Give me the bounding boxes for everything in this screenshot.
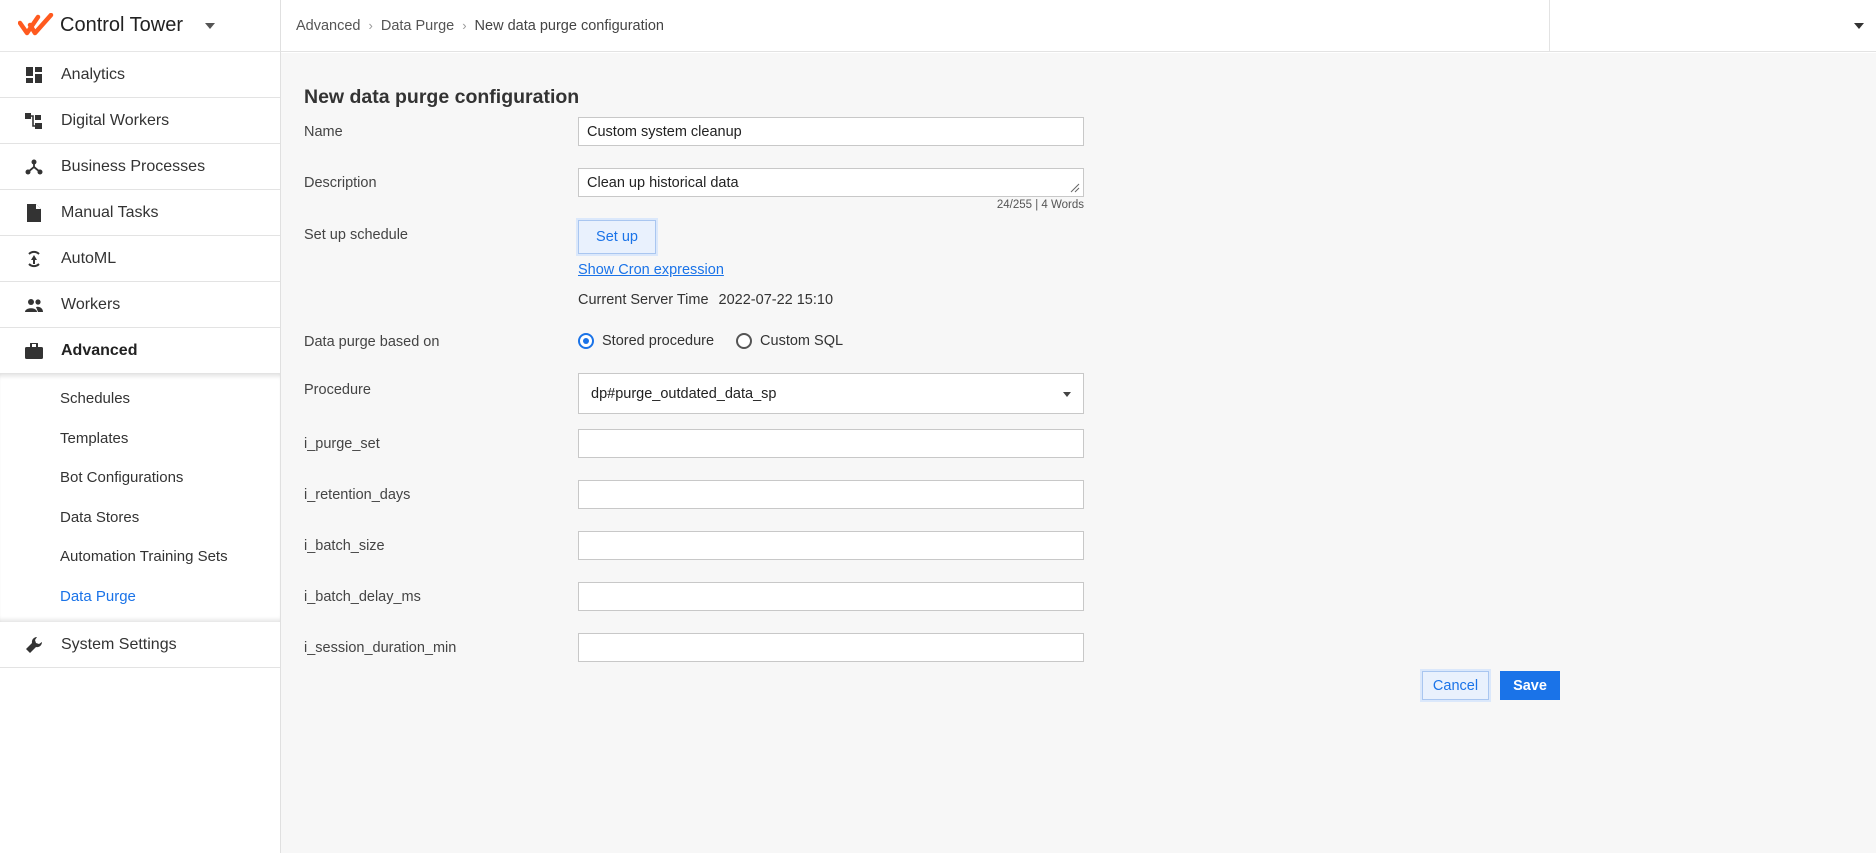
- breadcrumb-data-purge[interactable]: Data Purge: [381, 18, 454, 34]
- page-title: New data purge configuration: [304, 86, 580, 108]
- sidebar-subitem-bot-configurations[interactable]: Bot Configurations: [0, 458, 280, 498]
- save-button[interactable]: Save: [1500, 671, 1560, 700]
- sidebar: Control Tower Analytics Digital Workers …: [0, 0, 281, 853]
- process-graph-icon: [24, 157, 44, 177]
- app-title: Control Tower: [60, 14, 184, 36]
- sidebar-subitem-templates[interactable]: Templates: [0, 419, 280, 459]
- sidebar-item-label: AutoML: [61, 249, 117, 267]
- radio-stored-procedure[interactable]: Stored procedure: [578, 333, 714, 349]
- sidebar-item-label: System Settings: [61, 635, 177, 653]
- sidebar-item-analytics[interactable]: Analytics: [0, 52, 280, 98]
- setup-schedule-button[interactable]: Set up: [578, 220, 656, 254]
- sidebar-subitem-automation-training-sets[interactable]: Automation Training Sets: [0, 537, 280, 577]
- char-count: 24/255 | 4 Words: [996, 199, 1084, 211]
- sidebar-subitem-data-purge[interactable]: Data Purge: [0, 577, 280, 617]
- procedure-value: dp#purge_outdated_data_sp: [591, 385, 777, 402]
- chevron-right-icon: ›: [462, 18, 467, 33]
- advanced-submenu: Schedules Templates Bot Configurations D…: [0, 374, 280, 622]
- chevron-down-icon[interactable]: [205, 22, 216, 29]
- automl-icon: [24, 249, 44, 269]
- breadcrumb: Advanced › Data Purge › New data purge c…: [281, 18, 664, 34]
- show-cron-link[interactable]: Show Cron expression: [578, 262, 724, 278]
- wrench-icon: [24, 635, 44, 655]
- name-input[interactable]: Custom system cleanup: [578, 117, 1084, 146]
- param-label-batch-delay: i_batch_delay_ms: [304, 589, 421, 605]
- breadcrumb-advanced[interactable]: Advanced: [296, 18, 361, 34]
- control-tower-logo: [18, 12, 54, 35]
- sidebar-item-workers[interactable]: Workers: [0, 282, 280, 328]
- sidebar-subitem-schedules[interactable]: Schedules: [0, 379, 280, 419]
- sidebar-subitem-data-stores[interactable]: Data Stores: [0, 498, 280, 538]
- sidebar-item-label: Manual Tasks: [61, 203, 159, 221]
- sidebar-item-system-settings[interactable]: System Settings: [0, 622, 280, 668]
- radio-checked-icon: [578, 333, 594, 349]
- sidebar-item-label: Business Processes: [61, 157, 206, 175]
- cancel-button[interactable]: Cancel: [1422, 671, 1489, 700]
- sidebar-item-business-processes[interactable]: Business Processes: [0, 144, 280, 190]
- radio-label: Custom SQL: [760, 333, 844, 349]
- procedure-select[interactable]: dp#purge_outdated_data_sp: [578, 373, 1084, 414]
- brand-header[interactable]: Control Tower: [0, 0, 280, 52]
- sidebar-item-advanced[interactable]: Advanced: [0, 328, 280, 374]
- sidebar-item-label: Advanced: [61, 341, 138, 359]
- chevron-right-icon: ›: [368, 18, 373, 33]
- document-icon: [24, 203, 44, 223]
- param-label-session-duration: i_session_duration_min: [304, 640, 457, 656]
- sidebar-item-label: Workers: [61, 295, 121, 313]
- purge-type-radio-group: Stored procedure Custom SQL: [578, 333, 865, 349]
- sidebar-item-automl[interactable]: AutoML: [0, 236, 280, 282]
- description-textarea[interactable]: Clean up historical data: [578, 168, 1084, 197]
- app-root: Control Tower Analytics Digital Workers …: [0, 0, 1876, 853]
- sidebar-item-digital-workers[interactable]: Digital Workers: [0, 98, 280, 144]
- digital-workers-icon: [24, 111, 44, 131]
- sidebar-item-label: Digital Workers: [61, 111, 170, 129]
- param-input-batch-delay[interactable]: [578, 582, 1084, 611]
- description-text: Clean up historical data: [587, 174, 739, 191]
- radio-unchecked-icon: [736, 333, 753, 349]
- param-label-batch-size: i_batch_size: [304, 538, 385, 554]
- param-label-purge-set: i_purge_set: [304, 436, 380, 452]
- purge-based-label: Data purge based on: [304, 334, 440, 350]
- people-icon: [24, 295, 44, 315]
- param-input-retention-days[interactable]: [578, 480, 1084, 509]
- param-input-session-duration[interactable]: [578, 633, 1084, 662]
- resize-handle-icon[interactable]: [1070, 183, 1080, 193]
- dashboard-icon: [24, 65, 44, 85]
- radio-custom-sql[interactable]: Custom SQL: [736, 333, 843, 349]
- breadcrumb-current: New data purge configuration: [474, 17, 664, 34]
- chevron-down-icon: [1063, 392, 1071, 397]
- main-content: New data purge configuration Name Custom…: [281, 53, 1876, 853]
- schedule-label: Set up schedule: [304, 227, 408, 243]
- procedure-label: Procedure: [304, 382, 371, 398]
- top-bar: Advanced › Data Purge › New data purge c…: [281, 0, 1876, 52]
- name-label: Name: [304, 124, 343, 140]
- param-input-purge-set[interactable]: [578, 429, 1084, 458]
- sidebar-item-label: Analytics: [61, 65, 126, 83]
- description-label: Description: [304, 175, 377, 191]
- server-time-label: Current Server Time: [578, 292, 709, 308]
- briefcase-icon: [24, 341, 44, 361]
- user-menu[interactable]: [1549, 0, 1876, 52]
- param-label-retention-days: i_retention_days: [304, 487, 411, 503]
- server-time-value: 2022-07-22 15:10: [718, 292, 834, 308]
- server-time: Current Server Time 2022-07-22 15:10: [578, 292, 833, 308]
- param-input-batch-size[interactable]: [578, 531, 1084, 560]
- radio-label: Stored procedure: [602, 333, 715, 349]
- chevron-down-icon: [1854, 23, 1864, 29]
- sidebar-item-manual-tasks[interactable]: Manual Tasks: [0, 190, 280, 236]
